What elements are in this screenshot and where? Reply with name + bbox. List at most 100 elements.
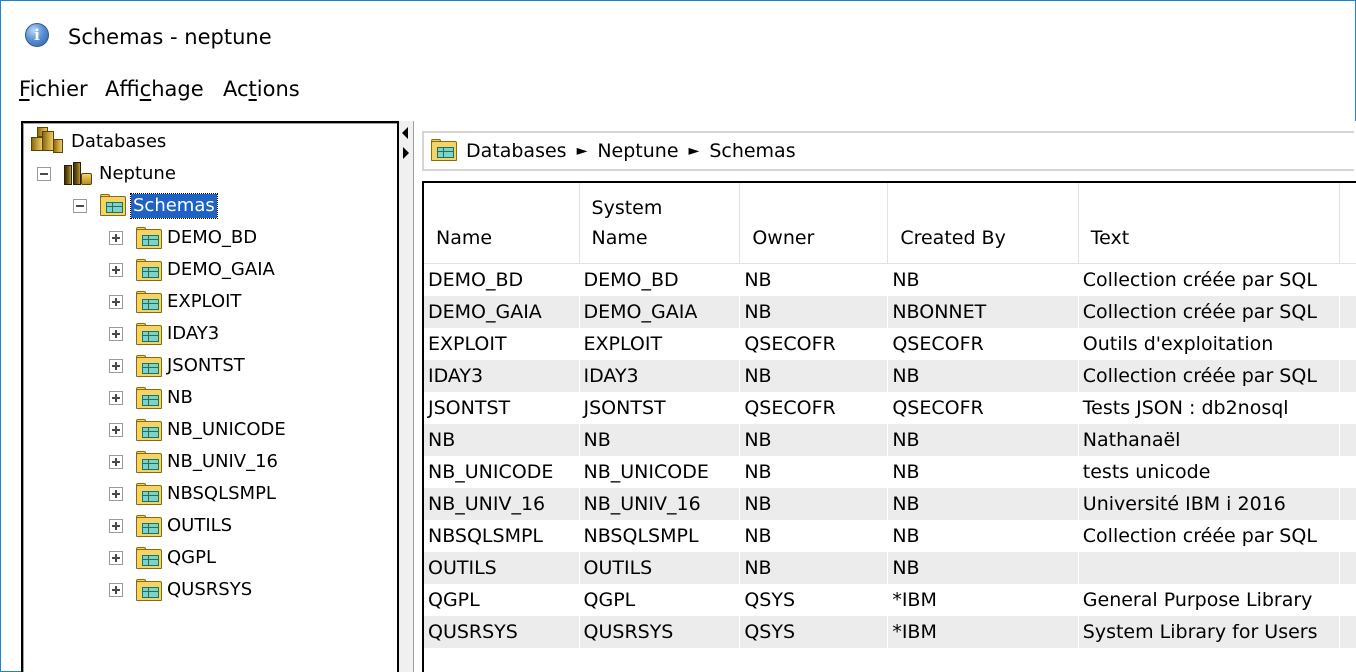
tree-label-schema: IDAY3 [167, 323, 220, 344]
table-row[interactable]: OUTILS OUTILS NB NB [424, 551, 1356, 584]
menu-fichier[interactable]: Fichier [19, 75, 88, 103]
schema-folder-icon [135, 547, 162, 569]
tree-node-schema[interactable]: JSONTST [109, 351, 247, 381]
tree-label-schema: DEMO_BD [167, 227, 258, 248]
expand-icon[interactable] [109, 519, 123, 533]
collapse-icon[interactable] [37, 167, 51, 181]
tree-label-schema: JSONTST [167, 355, 245, 376]
table-cell [1078, 551, 1340, 584]
table-cell-filler [1339, 328, 1356, 360]
table-cell: *IBM [887, 615, 1079, 648]
schema-folder-icon [135, 323, 162, 345]
tree-node-schema[interactable]: NBSQLSMPL [109, 479, 278, 509]
table-cell: QSECOFR [739, 391, 889, 424]
table-row[interactable]: QUSRSYS QUSRSYS QSYS *IBM System Library for… [424, 615, 1356, 648]
panel-splitter[interactable] [399, 121, 413, 672]
collapse-icon[interactable] [73, 199, 87, 213]
app-info-icon[interactable]: i [25, 23, 49, 47]
expand-icon[interactable] [109, 551, 123, 565]
collapse-left-arrow-icon[interactable] [402, 127, 408, 139]
expand-icon[interactable] [109, 359, 123, 373]
table-cell-filler [1339, 392, 1356, 424]
schemas-folder-icon [99, 194, 127, 218]
table-row[interactable]: DEMO_GAIA DEMO_GAIA NB NBONNET Collection cr… [424, 295, 1356, 328]
system-icon [63, 161, 93, 187]
column-header-owner[interactable]: Owner [739, 183, 889, 264]
tree-node-schema[interactable]: NB [109, 383, 195, 413]
breadcrumb-separator-icon: ► [688, 143, 700, 159]
expand-icon[interactable] [109, 455, 123, 469]
breadcrumb-item[interactable]: Schemas [709, 138, 795, 164]
menu-actions[interactable]: Actions [223, 75, 300, 103]
table-cell: JSONTST [579, 391, 741, 424]
breadcrumb-item[interactable]: Databases [466, 138, 567, 164]
table-cell: OUTILS [424, 551, 580, 584]
table-cell: NB [739, 487, 889, 520]
table-cell: Nathanaël [1078, 423, 1340, 456]
table-row[interactable]: NBSQLSMPL NBSQLSMPL NB NB Collection créée p… [424, 519, 1356, 552]
table-row[interactable]: QGPL QGPL QSYS *IBM General Purpose Library [424, 583, 1356, 616]
tree-node-schema[interactable]: NB_UNIV_16 [109, 447, 280, 477]
tree-node-schema[interactable]: QGPL [109, 543, 218, 573]
expand-icon[interactable] [109, 423, 123, 437]
table-row[interactable]: NB NB NB NB Nathanaël [424, 423, 1356, 456]
table-cell-filler [1339, 520, 1356, 552]
table-row[interactable]: IDAY3 IDAY3 NB NB Collection créée par SQL [424, 359, 1356, 392]
table-cell-filler [1339, 423, 1356, 456]
title-bar[interactable]: i Schemas - neptune [1, 1, 1355, 63]
table-cell: NB [887, 423, 1079, 456]
expand-icon[interactable] [109, 327, 123, 341]
tree-label-schema: OUTILS [167, 515, 233, 536]
table-cell: NB [739, 455, 889, 488]
tree-node-schema[interactable]: DEMO_BD [109, 223, 259, 253]
expand-right-arrow-icon[interactable] [403, 147, 409, 159]
column-header-text[interactable]: Text [1078, 183, 1340, 264]
tree-node-neptune[interactable]: Neptune [37, 159, 178, 189]
tree-node-databases[interactable]: Databases [29, 127, 168, 157]
column-header-created-by[interactable]: Created By [887, 183, 1079, 264]
tree-node-schema[interactable]: IDAY3 [109, 319, 221, 349]
table-cell: NB [739, 295, 889, 328]
column-header-name[interactable]: Name [424, 183, 580, 264]
table-row[interactable]: NB_UNICODE NB_UNICODE NB NB tests unicode [424, 455, 1356, 488]
schema-folder-icon [135, 483, 162, 505]
breadcrumb-item[interactable]: Neptune [597, 138, 678, 164]
tree-node-schema[interactable]: NB_UNICODE [109, 415, 288, 445]
expand-icon[interactable] [109, 295, 123, 309]
tree-node-schema[interactable]: QUSRSYS [109, 575, 254, 605]
expand-icon[interactable] [109, 231, 123, 245]
table-cell: NB [887, 487, 1079, 520]
expand-icon[interactable] [109, 583, 123, 597]
table-cell: NB_UNIV_16 [579, 487, 741, 520]
table-row[interactable]: JSONTST JSONTST QSECOFR QSECOFR Tests JSON :… [424, 391, 1356, 424]
table-cell: NB [739, 519, 889, 552]
table-cell-filler [1339, 295, 1356, 328]
table-cell: Collection créée par SQL [1078, 263, 1340, 296]
table-cell: EXPLOIT [579, 327, 741, 360]
table-row[interactable]: NB_UNIV_16 NB_UNIV_16 NB NB Université IBM i… [424, 487, 1356, 520]
table-cell: IDAY3 [579, 359, 741, 392]
expand-icon[interactable] [109, 391, 123, 405]
table-cell: NB [739, 551, 889, 584]
expand-icon[interactable] [109, 263, 123, 277]
table-row[interactable]: EXPLOIT EXPLOIT QSECOFR QSECOFR Outils d'exp… [424, 327, 1356, 360]
tree-node-schema[interactable]: EXPLOIT [109, 287, 243, 317]
schemas-table[interactable]: Name System Name Owner Created By Text DE… [422, 181, 1356, 672]
tree-node-schema[interactable]: DEMO_GAIA [109, 255, 277, 285]
table-cell: NB [424, 423, 580, 456]
tree-label-schema: EXPLOIT [167, 291, 242, 312]
table-row[interactable]: DEMO_BD DEMO_BD NB NB Collection créée par S… [424, 263, 1356, 296]
schema-folder-icon [135, 355, 162, 377]
table-cell: QSYS [739, 583, 889, 616]
menu-affichage[interactable]: Affichage [105, 75, 204, 103]
table-cell: NB [887, 519, 1079, 552]
tree-label-schema: QUSRSYS [167, 579, 253, 600]
column-header-system-name[interactable]: System Name [579, 183, 741, 264]
navigation-tree[interactable]: Databases Neptune Schemas DEMO_BD DEMO_GA… [21, 121, 399, 672]
tree-node-schema[interactable]: OUTILS [109, 511, 234, 541]
table-cell-filler [1339, 456, 1356, 488]
table-cell-filler [1339, 615, 1356, 648]
expand-icon[interactable] [109, 487, 123, 501]
table-cell: NB_UNIV_16 [424, 487, 580, 520]
tree-node-schemas[interactable]: Schemas [73, 191, 218, 221]
